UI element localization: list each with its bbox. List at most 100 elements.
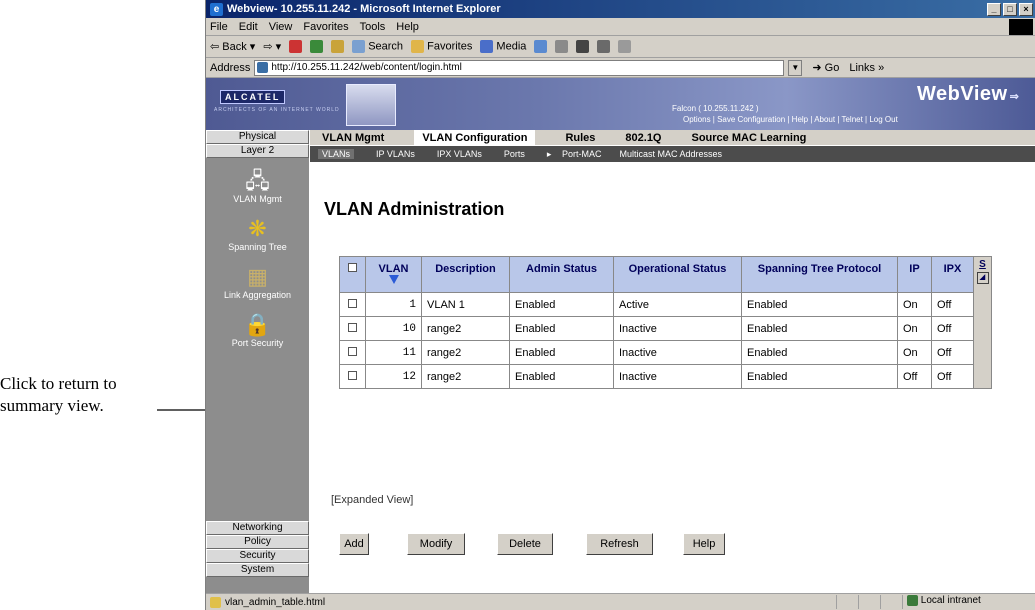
- menu-favorites[interactable]: Favorites: [303, 21, 348, 33]
- back-button[interactable]: ⇦ Back ▾: [210, 40, 255, 53]
- col-admin-status[interactable]: Admin Status: [509, 256, 614, 293]
- table-row[interactable]: 11 range2 Enabled Inactive Enabled On Of…: [339, 340, 992, 365]
- link-aggregation-icon: ▦: [247, 264, 268, 289]
- row-checkbox[interactable]: [348, 298, 357, 308]
- nav-security[interactable]: Security: [206, 549, 309, 563]
- links-button[interactable]: Links »: [849, 62, 884, 74]
- search-button[interactable]: Search: [352, 40, 403, 53]
- nav-policy[interactable]: Policy: [206, 535, 309, 549]
- table-header-row: VLAN Description Admin Status Operationa…: [339, 256, 992, 389]
- vlan-table: VLAN Description Admin Status Operationa…: [339, 256, 992, 389]
- row-checkbox[interactable]: [348, 370, 357, 380]
- table-row[interactable]: 12 range2 Enabled Inactive Enabled Off O…: [339, 364, 992, 389]
- spanning-tree-icon: ❋: [248, 216, 267, 241]
- expanded-view-link[interactable]: [Expanded View]: [331, 494, 413, 506]
- tab-vlan-configuration[interactable]: VLAN Configuration: [414, 129, 536, 146]
- refresh-icon[interactable]: [310, 40, 324, 53]
- col-ip[interactable]: IP: [897, 256, 932, 293]
- webview-banner: ALCATEL ARCHITECTS OF AN INTERNET WORLD …: [206, 78, 1035, 130]
- address-input[interactable]: http://10.255.11.242/web/content/login.h…: [254, 59, 785, 76]
- main-content: VLAN Administration VLAN Description Adm…: [310, 162, 1035, 593]
- browser-window: e Webview- 10.255.11.242 - Microsoft Int…: [205, 0, 1035, 610]
- vlan-mgmt-icon: 🖧: [245, 168, 270, 193]
- close-button[interactable]: ×: [1019, 2, 1033, 16]
- tab-vlan-mgmt[interactable]: VLAN Mgmt: [322, 132, 384, 144]
- subtab-multicast-mac[interactable]: Multicast MAC Addresses: [619, 149, 722, 159]
- minimize-button[interactable]: _: [987, 2, 1001, 16]
- edit-icon[interactable]: [597, 40, 611, 53]
- menu-tools[interactable]: Tools: [360, 21, 386, 33]
- menu-file[interactable]: File: [210, 21, 228, 33]
- building-graphic: [346, 84, 396, 126]
- tab-rules[interactable]: Rules: [565, 132, 595, 144]
- callout-line1: Click to return to: [0, 374, 117, 393]
- nav-networking[interactable]: Networking: [206, 521, 309, 535]
- modify-button[interactable]: Modify: [407, 533, 465, 555]
- help-button[interactable]: Help: [683, 533, 725, 555]
- intranet-icon: [907, 595, 918, 606]
- menu-edit[interactable]: Edit: [239, 21, 258, 33]
- tab-source-mac-learning[interactable]: Source MAC Learning: [692, 132, 807, 144]
- col-spanning-tree[interactable]: Spanning Tree Protocol: [741, 256, 898, 293]
- nav-link-aggregation[interactable]: ▦ Link Aggregation: [206, 264, 309, 300]
- page-title: VLAN Administration: [324, 199, 505, 219]
- refresh-button[interactable]: Refresh: [586, 533, 653, 555]
- top-navigation: VLAN Mgmt VLAN Configuration Rules 802.1…: [310, 129, 1035, 146]
- nav-port-security[interactable]: 🔒 Port Security: [206, 312, 309, 348]
- print-icon[interactable]: [576, 40, 590, 53]
- stop-icon[interactable]: [289, 40, 303, 53]
- col-description[interactable]: Description: [421, 256, 510, 293]
- address-bar: Address http://10.255.11.242/web/content…: [206, 58, 1035, 78]
- port-security-icon: 🔒: [243, 312, 272, 337]
- nav-vlan-mgmt[interactable]: 🖧 VLAN Mgmt: [206, 168, 309, 204]
- status-bar: vlan_admin_table.html Local intranet: [206, 593, 1035, 610]
- subtab-ipx-vlans[interactable]: IPX VLANs: [437, 149, 482, 159]
- page-status-icon: [210, 596, 221, 608]
- discuss-icon[interactable]: [618, 40, 632, 53]
- subtab-port-mac[interactable]: ▸ Port-MAC: [547, 149, 616, 160]
- security-zone: Local intranet: [902, 595, 981, 609]
- left-navigation: Physical Layer 2 🖧 VLAN Mgmt ❋ Spanning …: [206, 130, 309, 593]
- col-vlan[interactable]: VLAN: [365, 256, 422, 293]
- address-dropdown[interactable]: ▼: [788, 59, 803, 76]
- table-row[interactable]: 10 range2 Enabled Inactive Enabled On Of…: [339, 316, 992, 341]
- sub-navigation: VLANs IP VLANs IPX VLANs Ports ▸ Port-MA…: [310, 146, 1035, 162]
- alcatel-logo: ALCATEL: [220, 90, 286, 104]
- select-all-checkbox[interactable]: [348, 263, 357, 272]
- mail-icon[interactable]: [555, 40, 569, 53]
- sort-down-icon: [388, 275, 399, 284]
- tab-8021q[interactable]: 802.1Q: [625, 132, 661, 144]
- maximize-button[interactable]: □: [1003, 2, 1017, 16]
- column-scroller[interactable]: S ◢: [973, 256, 992, 389]
- col-operational-status[interactable]: Operational Status: [613, 256, 742, 293]
- select-all-header: [339, 256, 366, 293]
- favorites-button[interactable]: Favorites: [411, 40, 472, 53]
- row-checkbox[interactable]: [348, 322, 357, 332]
- add-button[interactable]: Add: [339, 533, 369, 555]
- row-checkbox[interactable]: [348, 346, 357, 356]
- table-row[interactable]: 1 VLAN 1 Enabled Active Enabled On Off: [339, 292, 992, 317]
- device-name: Falcon ( 10.255.11.242 ): [672, 104, 759, 113]
- go-button[interactable]: ➜ Go: [812, 61, 839, 74]
- menu-view[interactable]: View: [269, 21, 293, 33]
- subtab-ip-vlans[interactable]: IP VLANs: [376, 149, 415, 159]
- status-text: vlan_admin_table.html: [225, 596, 326, 608]
- delete-button[interactable]: Delete: [497, 533, 553, 555]
- banner-links[interactable]: Options | Save Configuration | Help | Ab…: [683, 115, 898, 124]
- history-icon[interactable]: [534, 40, 548, 53]
- subtab-vlans[interactable]: VLANs: [318, 149, 355, 159]
- nav-layer2[interactable]: Layer 2: [206, 144, 309, 158]
- windows-logo-icon: [1009, 18, 1033, 35]
- col-ipx[interactable]: IPX: [931, 256, 974, 293]
- home-icon[interactable]: [331, 40, 345, 53]
- nav-system[interactable]: System: [206, 563, 309, 577]
- address-label: Address: [210, 61, 251, 74]
- menu-help[interactable]: Help: [396, 21, 419, 33]
- forward-button[interactable]: ⇨ ▾: [263, 40, 281, 53]
- alcatel-tagline: ARCHITECTS OF AN INTERNET WORLD: [214, 107, 340, 113]
- media-button[interactable]: Media: [480, 40, 526, 53]
- nav-physical[interactable]: Physical: [206, 130, 309, 144]
- subtab-ports[interactable]: Ports: [504, 149, 525, 159]
- nav-spanning-tree[interactable]: ❋ Spanning Tree: [206, 216, 309, 252]
- scroll-right-icon[interactable]: ◢: [976, 272, 989, 284]
